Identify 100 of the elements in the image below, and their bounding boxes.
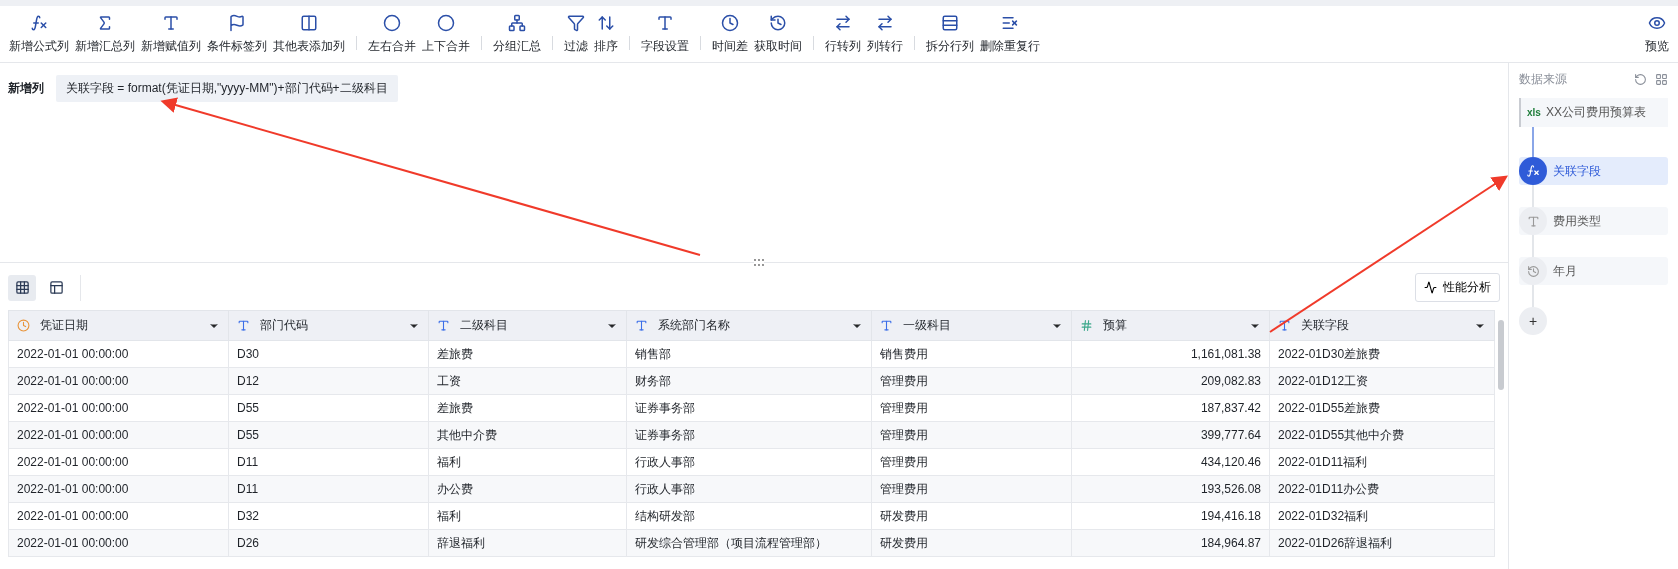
restore-icon[interactable] [1634,73,1647,86]
table-cell: 2022-01-01 00:00:00 [8,394,229,422]
table-cell: 管理费用 [871,367,1072,395]
toolbar-button[interactable]: 分组汇总 [490,9,544,59]
table-cell: D12 [228,367,429,395]
table-cell: 434,120.46 [1071,448,1270,476]
view-toggle[interactable] [8,274,36,301]
table-cell: 184,964.87 [1071,529,1270,557]
table-cell: D32 [228,502,429,530]
letter-icon [1526,214,1540,228]
table-cell: 行政人事部 [626,448,872,476]
clock-arrow-icon [769,13,787,32]
toolbar-button[interactable]: 左右合并 [365,9,419,59]
source-item[interactable]: xls XX公司费用预算表 [1519,98,1668,127]
formula-field[interactable]: 关联字段 = format(凭证日期,"yyyy-MM")+部门代码+二级科目 [56,75,398,102]
table-cell: 研发费用 [871,502,1072,530]
table-cell: 结构研发部 [626,502,872,530]
toolbar-button[interactable]: 排序 [591,9,621,59]
table-cell: 研发综合管理部（项目流程管理部） [626,529,872,557]
step-item[interactable]: 费用类型 [1519,207,1668,235]
table-cell: 管理费用 [871,448,1072,476]
toolbar-button[interactable]: 获取时间 [751,9,805,59]
analysis-button[interactable]: 性能分析 [1415,273,1500,302]
toolbar-button[interactable]: 过滤 [561,9,591,59]
table-cell: 研发费用 [871,529,1072,557]
filter-icon [567,13,585,32]
step-item[interactable]: 关联字段 [1519,157,1668,185]
table-cell: 销售部 [626,340,872,368]
circle-icon [437,13,455,32]
column-header[interactable]: 二级科目 [428,310,627,341]
table-cell: 管理费用 [871,475,1072,503]
table-cell: D11 [228,475,429,503]
table-cell: 差旅费 [428,340,627,368]
table-cell: 工资 [428,367,627,395]
table-cell: 209,082.83 [1071,367,1270,395]
table-cell: 2022-01-01 00:00:00 [8,448,229,476]
rows-icon [941,13,959,32]
table-cell: 187,837.42 [1071,394,1270,422]
table-cell: 2022-01D30差旅费 [1269,340,1495,368]
column-header[interactable]: 一级科目 [871,310,1072,341]
toolbar-button[interactable]: 拆分行列 [923,9,977,59]
clock-icon [721,13,739,32]
preview-button[interactable]: 预览 [1642,9,1672,59]
drag-handle[interactable] [754,259,764,267]
layout-icon[interactable] [1655,73,1668,86]
table-cell: 福利 [428,448,627,476]
table-cell: 2022-01D55差旅费 [1269,394,1495,422]
add-step-button[interactable]: + [1519,307,1547,335]
toolbar-button[interactable]: 其他表添加列 [270,9,348,59]
table-cell: 行政人事部 [626,475,872,503]
column-header[interactable]: 预算 [1071,310,1270,341]
table-cell: D55 [228,394,429,422]
column-header[interactable]: 系统部门名称 [626,310,872,341]
table-cell: 证券事务部 [626,421,872,449]
toolbar-button[interactable]: 新增公式列 [6,9,72,59]
table-cell: 2022-01D11福利 [1269,448,1495,476]
table-cell: D26 [228,529,429,557]
table-cell: 辞退福利 [428,529,627,557]
clock-arrow-icon [1526,264,1540,278]
toolbar-button[interactable]: 列转行 [864,9,906,59]
table-cell: 2022-01-01 00:00:00 [8,475,229,503]
text-icon [1278,319,1291,332]
step-item[interactable]: 年月 [1519,257,1668,285]
toolbar-button[interactable]: 新增赋值列 [138,9,204,59]
toolbar-button[interactable]: 时间差 [709,9,751,59]
text-icon [635,319,648,332]
letter-icon [162,13,180,32]
table-cell: 2022-01D32福利 [1269,502,1495,530]
table-cell: 2022-01-01 00:00:00 [8,529,229,557]
table-cell: D55 [228,421,429,449]
toolbar-button[interactable]: 条件标签列 [204,9,270,59]
table-cell: 销售费用 [871,340,1072,368]
table-cell: D30 [228,340,429,368]
text-icon [880,319,893,332]
chart-icon [1424,281,1437,294]
column-header[interactable]: 凭证日期 [8,310,229,341]
table-cell: 2022-01-01 00:00:00 [8,367,229,395]
toolbar-button[interactable]: 上下合并 [419,9,473,59]
sort-icon [597,13,615,32]
swap-icon [876,13,894,32]
table-cell: 2022-01-01 00:00:00 [8,421,229,449]
table-cell: 其他中介费 [428,421,627,449]
toolbar-button[interactable]: 新增汇总列 [72,9,138,59]
table-cell: 2022-01D55其他中介费 [1269,421,1495,449]
column-header[interactable]: 部门代码 [228,310,429,341]
table-cell: 2022-01-01 00:00:00 [8,502,229,530]
columns-icon [300,13,318,32]
table-cell: 2022-01D11办公费 [1269,475,1495,503]
table-cell: 2022-01-01 00:00:00 [8,340,229,368]
table-cell: 管理费用 [871,394,1072,422]
column-header[interactable]: 关联字段 [1269,310,1495,341]
toolbar-button[interactable]: 字段设置 [638,9,692,59]
text-icon [237,319,250,332]
table-cell: 办公费 [428,475,627,503]
clock-icon [17,319,30,332]
grid-icon [14,280,30,295]
toolbar-button[interactable]: 行转列 [822,9,864,59]
function-icon [30,13,48,32]
layout-icon [48,280,64,295]
toolbar-button[interactable]: 删除重复行 [977,9,1043,59]
